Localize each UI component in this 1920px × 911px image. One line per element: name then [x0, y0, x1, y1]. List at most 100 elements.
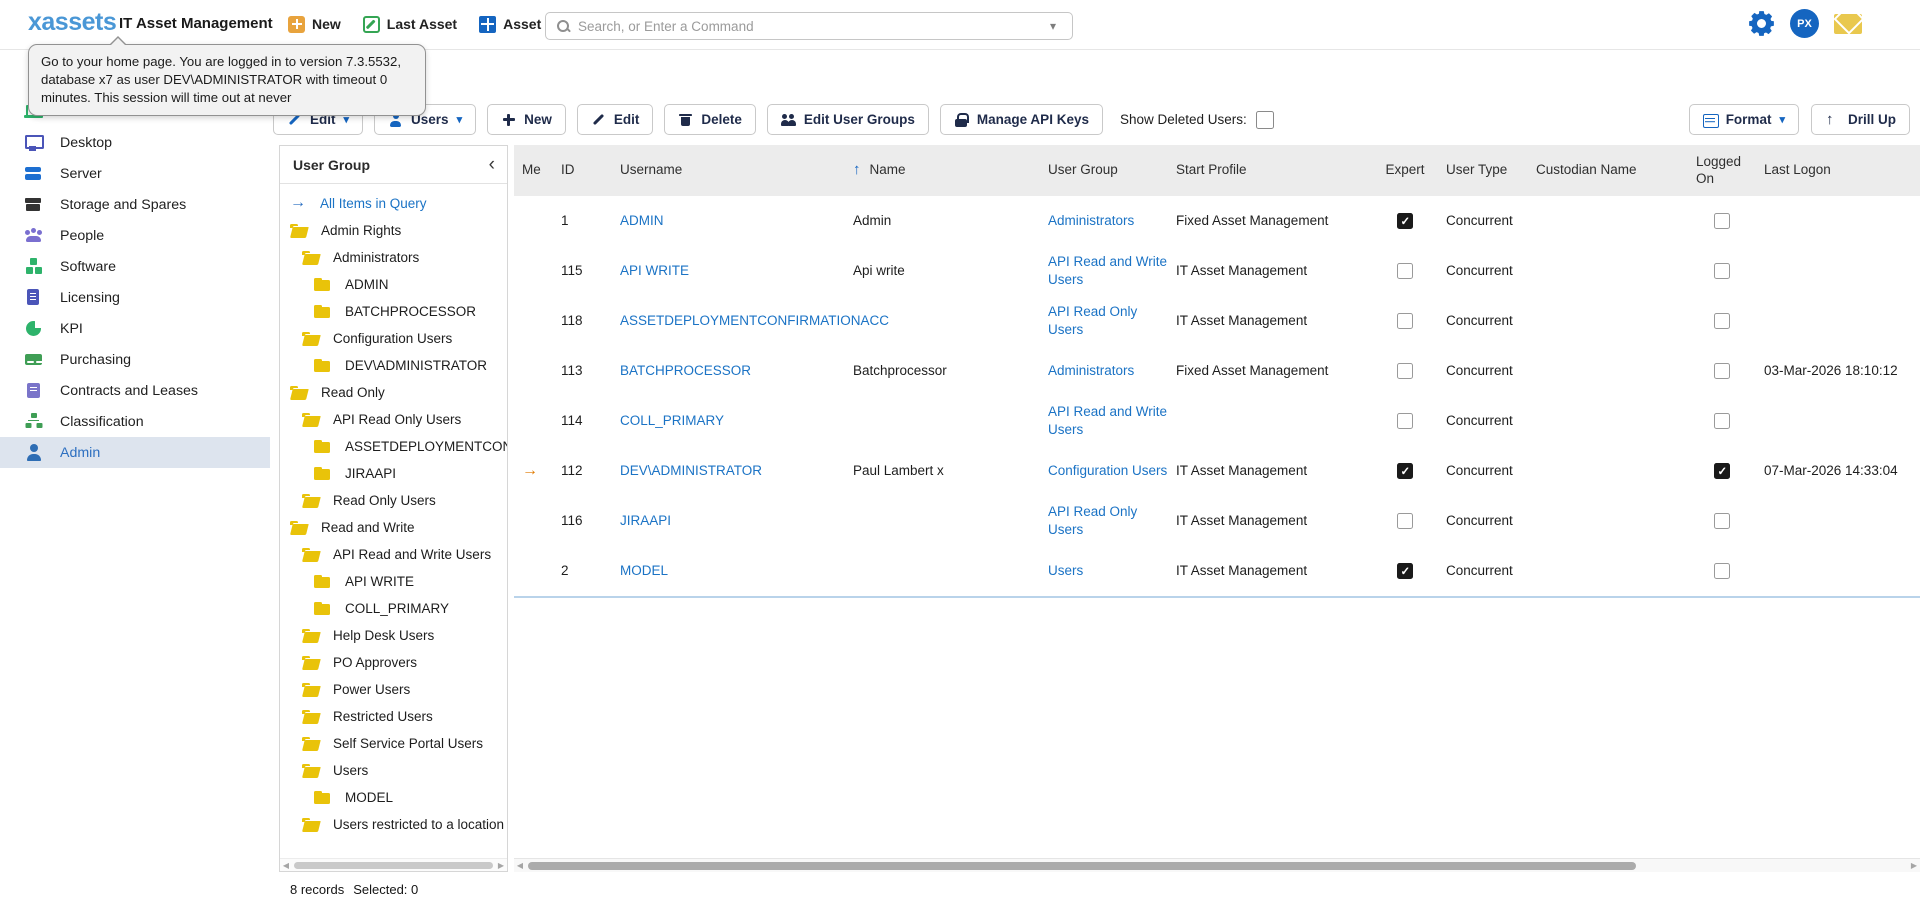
username-link[interactable]: ASSETDEPLOYMENTCONFIRMATIONACC — [620, 313, 889, 328]
username-link[interactable]: ADMIN — [620, 213, 664, 228]
table-row[interactable]: 118 ASSETDEPLOYMENTCONFIRMATIONACC API R… — [514, 296, 1920, 346]
table-row[interactable]: 113 BATCHPROCESSOR Batchprocessor Admini… — [514, 346, 1920, 396]
tree-item[interactable]: Users restricted to a location — [280, 811, 507, 838]
tree-item[interactable]: PO Approvers — [280, 649, 507, 676]
tree-item[interactable]: ADMIN — [280, 271, 507, 298]
logged-on-checkbox[interactable] — [1714, 513, 1730, 529]
col-header-name[interactable]: Name — [845, 161, 1040, 180]
toolbar-button[interactable]: Edit User Groups — [767, 104, 929, 135]
user-group-link[interactable]: API Read Only Users — [1048, 304, 1137, 337]
username-link[interactable]: API WRITE — [620, 263, 689, 278]
tree-item[interactable]: Help Desk Users — [280, 622, 507, 649]
scroll-left-icon[interactable] — [280, 861, 292, 870]
collapse-panel-icon[interactable] — [489, 155, 495, 174]
table-scrollbar-thumb[interactable] — [528, 862, 1636, 870]
tree-item[interactable]: Administrators — [280, 244, 507, 271]
logo[interactable]: xassets — [28, 8, 116, 37]
col-header-custodian-name[interactable]: Custodian Name — [1528, 162, 1688, 179]
logged-on-checkbox[interactable] — [1714, 563, 1730, 579]
tree-item[interactable]: BATCHPROCESSOR — [280, 298, 507, 325]
header-nav-item[interactable]: New — [288, 9, 341, 39]
username-link[interactable]: COLL_PRIMARY — [620, 413, 724, 428]
sidebar-item[interactable]: Classification — [0, 406, 270, 437]
username-link[interactable]: MODEL — [620, 563, 668, 578]
sidebar-item[interactable]: People — [0, 220, 270, 251]
sidebar-item[interactable]: Server — [0, 158, 270, 189]
user-group-link[interactable]: Administrators — [1048, 213, 1134, 228]
tree-horizontal-scrollbar[interactable] — [280, 858, 507, 871]
tree-item[interactable]: MODEL — [280, 784, 507, 811]
user-avatar[interactable]: PX — [1790, 9, 1819, 38]
mail-envelope-icon[interactable] — [1834, 14, 1862, 34]
username-link[interactable]: JIRAAPI — [620, 513, 671, 528]
tree-scrollbar-thumb[interactable] — [294, 862, 493, 869]
table-row[interactable]: 1 ADMIN Admin Administrators Fixed Asset… — [514, 196, 1920, 246]
global-search[interactable]: Search, or Enter a Command — [545, 12, 1073, 40]
sidebar-item[interactable]: Admin — [0, 437, 270, 468]
format-button[interactable]: Format — [1689, 104, 1799, 135]
expert-checkbox[interactable] — [1397, 413, 1413, 429]
sidebar-item[interactable]: Contracts and Leases — [0, 375, 270, 406]
sidebar-item[interactable]: Software — [0, 251, 270, 282]
tree-item[interactable]: Read Only — [280, 379, 507, 406]
expert-checkbox[interactable] — [1397, 313, 1413, 329]
tree-item[interactable]: COLL_PRIMARY — [280, 595, 507, 622]
expert-checkbox[interactable] — [1397, 563, 1413, 579]
expert-checkbox[interactable] — [1397, 363, 1413, 379]
tree-item[interactable]: API Read Only Users — [280, 406, 507, 433]
tree-item[interactable]: JIRAAPI — [280, 460, 507, 487]
tree-item[interactable]: Read Only Users — [280, 487, 507, 514]
logged-on-checkbox[interactable] — [1714, 413, 1730, 429]
settings-gear-icon[interactable] — [1748, 10, 1775, 37]
expert-checkbox[interactable] — [1397, 463, 1413, 479]
logged-on-checkbox[interactable] — [1714, 263, 1730, 279]
col-header-username[interactable]: Username — [612, 162, 845, 179]
show-deleted-users-checkbox[interactable] — [1256, 111, 1274, 129]
tree-item[interactable]: Configuration Users — [280, 325, 507, 352]
sidebar-item[interactable]: Storage and Spares — [0, 189, 270, 220]
table-row[interactable]: 115 API WRITE Api write API Read and Wri… — [514, 246, 1920, 296]
logged-on-checkbox[interactable] — [1714, 463, 1730, 479]
toolbar-button[interactable]: Delete — [664, 104, 756, 135]
expert-checkbox[interactable] — [1397, 263, 1413, 279]
expert-checkbox[interactable] — [1397, 213, 1413, 229]
scroll-right-icon[interactable] — [1908, 861, 1920, 870]
table-horizontal-scrollbar[interactable] — [514, 858, 1920, 872]
col-header-user-type[interactable]: User Type — [1438, 162, 1528, 179]
col-header-me[interactable]: Me — [514, 162, 549, 179]
col-header-id[interactable]: ID — [549, 162, 612, 179]
table-row[interactable]: 2 MODEL Users IT Asset Management Concur… — [514, 546, 1920, 596]
sidebar-item[interactable]: Desktop — [0, 127, 270, 158]
sidebar-item[interactable]: Purchasing — [0, 344, 270, 375]
header-nav-item[interactable]: Last Asset — [363, 9, 457, 39]
tree-item[interactable]: Users — [280, 757, 507, 784]
user-group-link[interactable]: Configuration Users — [1048, 463, 1167, 478]
logged-on-checkbox[interactable] — [1714, 363, 1730, 379]
sidebar-item[interactable]: Licensing — [0, 282, 270, 313]
username-link[interactable]: BATCHPROCESSOR — [620, 363, 751, 378]
tree-item[interactable]: Admin Rights — [280, 217, 507, 244]
tree-item[interactable]: API WRITE — [280, 568, 507, 595]
tree-item[interactable]: All Items in Query — [280, 190, 507, 217]
tree-item[interactable]: Power Users — [280, 676, 507, 703]
col-header-last-logon[interactable]: Last Logon — [1756, 162, 1920, 179]
col-header-user-group[interactable]: User Group — [1040, 162, 1168, 179]
col-header-expert[interactable]: Expert — [1372, 162, 1438, 179]
tree-item[interactable]: API Read and Write Users — [280, 541, 507, 568]
sidebar-item[interactable]: KPI — [0, 313, 270, 344]
col-header-start-profile[interactable]: Start Profile — [1168, 162, 1372, 179]
toolbar-button[interactable]: New — [487, 104, 566, 135]
tree-item[interactable]: Restricted Users — [280, 703, 507, 730]
table-row[interactable]: 114 COLL_PRIMARY API Read and Write User… — [514, 396, 1920, 446]
expert-checkbox[interactable] — [1397, 513, 1413, 529]
user-group-link[interactable]: API Read and Write Users — [1048, 254, 1167, 287]
user-group-link[interactable]: Users — [1048, 563, 1083, 578]
toolbar-button[interactable]: Edit — [577, 104, 654, 135]
scroll-left-icon[interactable] — [514, 861, 526, 870]
logged-on-checkbox[interactable] — [1714, 213, 1730, 229]
table-row[interactable]: 112 DEV\ADMINISTRATOR Paul Lambert x Con… — [514, 446, 1920, 496]
toolbar-button[interactable]: Manage API Keys — [940, 104, 1103, 135]
scroll-right-icon[interactable] — [495, 861, 507, 870]
user-group-link[interactable]: API Read Only Users — [1048, 504, 1137, 537]
table-row[interactable]: 116 JIRAAPI API Read Only Users IT Asset… — [514, 496, 1920, 546]
